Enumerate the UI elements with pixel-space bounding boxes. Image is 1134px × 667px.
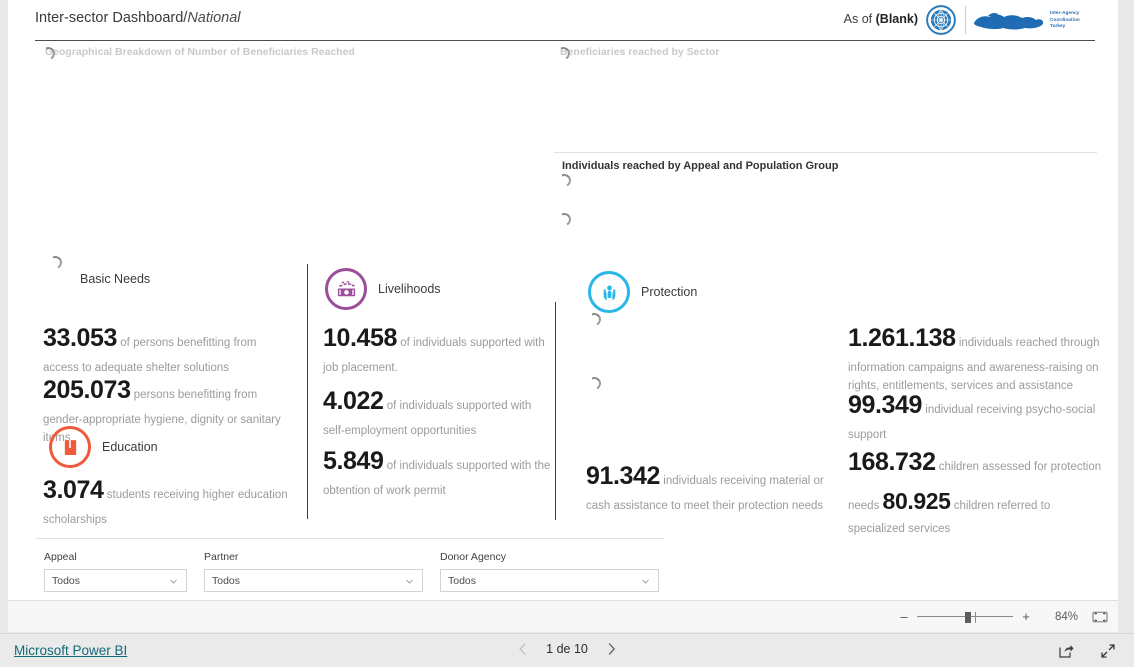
loading-spinner-icon [48, 254, 61, 267]
zoom-controls: – + 84% [896, 601, 1108, 632]
chevron-down-icon[interactable] [641, 577, 650, 586]
stat-value: 80.925 [882, 487, 951, 514]
sector-label: Livelihoods [378, 282, 441, 296]
microsoft-power-bi-link[interactable]: Microsoft Power BI [14, 643, 127, 658]
stat-value: 5.849 [323, 447, 384, 475]
as-of-text: As of [843, 12, 876, 26]
zoom-in-button[interactable]: + [1018, 609, 1034, 624]
footer-actions [1058, 643, 1116, 659]
fullscreen-icon[interactable] [1100, 643, 1116, 659]
iac-logo-text: Inter-Agency Coordination Turkey [1050, 10, 1080, 29]
slicer-label: Donor Agency [440, 551, 506, 563]
column-divider [555, 302, 556, 520]
zoom-level-label: 84% [1054, 610, 1078, 623]
stat-value: 3.074 [43, 476, 104, 504]
slicer-label: Appeal [44, 551, 77, 563]
protection-hands-icon [588, 271, 630, 313]
report-header: Inter-sector Dashboard/National As of (B… [8, 0, 1118, 42]
sector-protection-header: Protection [588, 271, 697, 313]
sector-basic-needs-header: Basic Needs [80, 272, 150, 286]
sector-label: Protection [641, 285, 698, 299]
stat-value: 99.349 [848, 391, 923, 419]
as-of-label: As of (Blank) [844, 12, 918, 26]
chevron-down-icon[interactable] [169, 577, 178, 586]
chevron-down-icon[interactable] [405, 577, 414, 586]
sector-livelihoods-header: Livelihoods [325, 268, 441, 310]
loading-spinner-icon [557, 172, 570, 185]
logo-divider [965, 6, 966, 34]
livelihoods-money-icon [325, 268, 367, 310]
page-navigation: 1 de 10 [518, 642, 616, 656]
as-of-value: (Blank) [875, 12, 918, 26]
un-emblem-logo [926, 5, 956, 35]
page-title-sub: National [187, 10, 241, 26]
sector-visual-title: Beneficiaries reached by Sector [560, 46, 720, 58]
zoom-slider-tick [975, 611, 976, 623]
sector-label: Education [102, 440, 158, 454]
slicer-partner[interactable]: Partner Todos [204, 551, 423, 592]
stat-job-placement: 10.458 of individuals supported with job… [323, 318, 555, 377]
fit-to-page-icon[interactable] [1092, 610, 1108, 624]
stat-value: 4.022 [323, 387, 384, 415]
stat-education-scholarships: 3.074 students receiving higher educatio… [43, 470, 293, 529]
zoom-out-button[interactable]: – [896, 609, 912, 624]
loading-spinner-icon [587, 375, 600, 388]
stat-shelter-solutions: 33.053 of persons benefitting from acces… [43, 318, 291, 377]
chevron-right-icon[interactable] [606, 642, 616, 656]
page-title: Inter-sector Dashboard/National [35, 10, 241, 26]
power-bi-report-viewer: Inter-sector Dashboard/National As of (B… [0, 0, 1134, 667]
stat-value: 168.732 [848, 448, 936, 476]
slicer-value: Todos [212, 574, 241, 587]
slicer-appeal[interactable]: Appeal Todos [44, 551, 187, 592]
page-title-main: Inter-sector Dashboard/ [35, 10, 188, 26]
loading-spinner-icon [556, 45, 569, 58]
stat-self-employment: 4.022 of individuals supported with self… [323, 381, 555, 440]
appeal-visual-title: Individuals reached by Appeal and Popula… [562, 160, 839, 172]
map-visual-title: Geographical Breakdown of Number of Bene… [45, 46, 355, 58]
column-divider [307, 264, 308, 519]
stat-description-continued: needs [848, 499, 880, 512]
zoom-slider-thumb[interactable] [965, 611, 971, 623]
stat-value: 33.053 [43, 324, 118, 352]
stat-children-assessed-and-referred: 168.732 children assessed for protection… [848, 442, 1106, 538]
sector-education-header: Education [49, 426, 158, 468]
chevron-left-icon[interactable] [518, 642, 528, 656]
visual-divider [554, 152, 1097, 153]
stat-value: 91.342 [586, 462, 661, 490]
stat-value: 10.458 [323, 324, 398, 352]
stat-value: 1.261.138 [848, 324, 956, 352]
footer-bar: Microsoft Power BI 1 de 10 [0, 633, 1134, 667]
stat-work-permit: 5.849 of individuals supported with the … [323, 441, 555, 500]
loading-spinner-icon [41, 45, 54, 58]
sector-label: Basic Needs [80, 272, 151, 286]
slicer-panel-divider [36, 538, 664, 539]
education-book-icon [49, 426, 91, 468]
slicer-donor-agency[interactable]: Donor Agency Todos [440, 551, 659, 592]
slicer-value: Todos [448, 574, 477, 587]
stat-material-cash-assistance: 91.342 individuals receiving material or… [586, 456, 844, 515]
slicer-dropdown[interactable]: Todos [204, 569, 423, 592]
stat-description: children assessed for protection [938, 461, 1102, 473]
stat-value: 205.073 [43, 376, 131, 404]
report-canvas: Inter-sector Dashboard/National As of (B… [8, 0, 1118, 600]
stat-psychosocial-support: 99.349 individual receiving psycho-socia… [848, 385, 1104, 444]
share-icon[interactable] [1058, 643, 1074, 659]
slicer-dropdown[interactable]: Todos [44, 569, 187, 592]
page-indicator: 1 de 10 [546, 642, 588, 656]
slicer-value: Todos [52, 574, 81, 587]
slicer-label: Partner [204, 551, 239, 563]
loading-spinner-icon [557, 211, 570, 224]
zoom-slider[interactable] [917, 610, 1013, 624]
status-bar: – + 84% [8, 600, 1118, 632]
header-divider [35, 40, 1095, 41]
slicer-dropdown[interactable]: Todos [440, 569, 659, 592]
